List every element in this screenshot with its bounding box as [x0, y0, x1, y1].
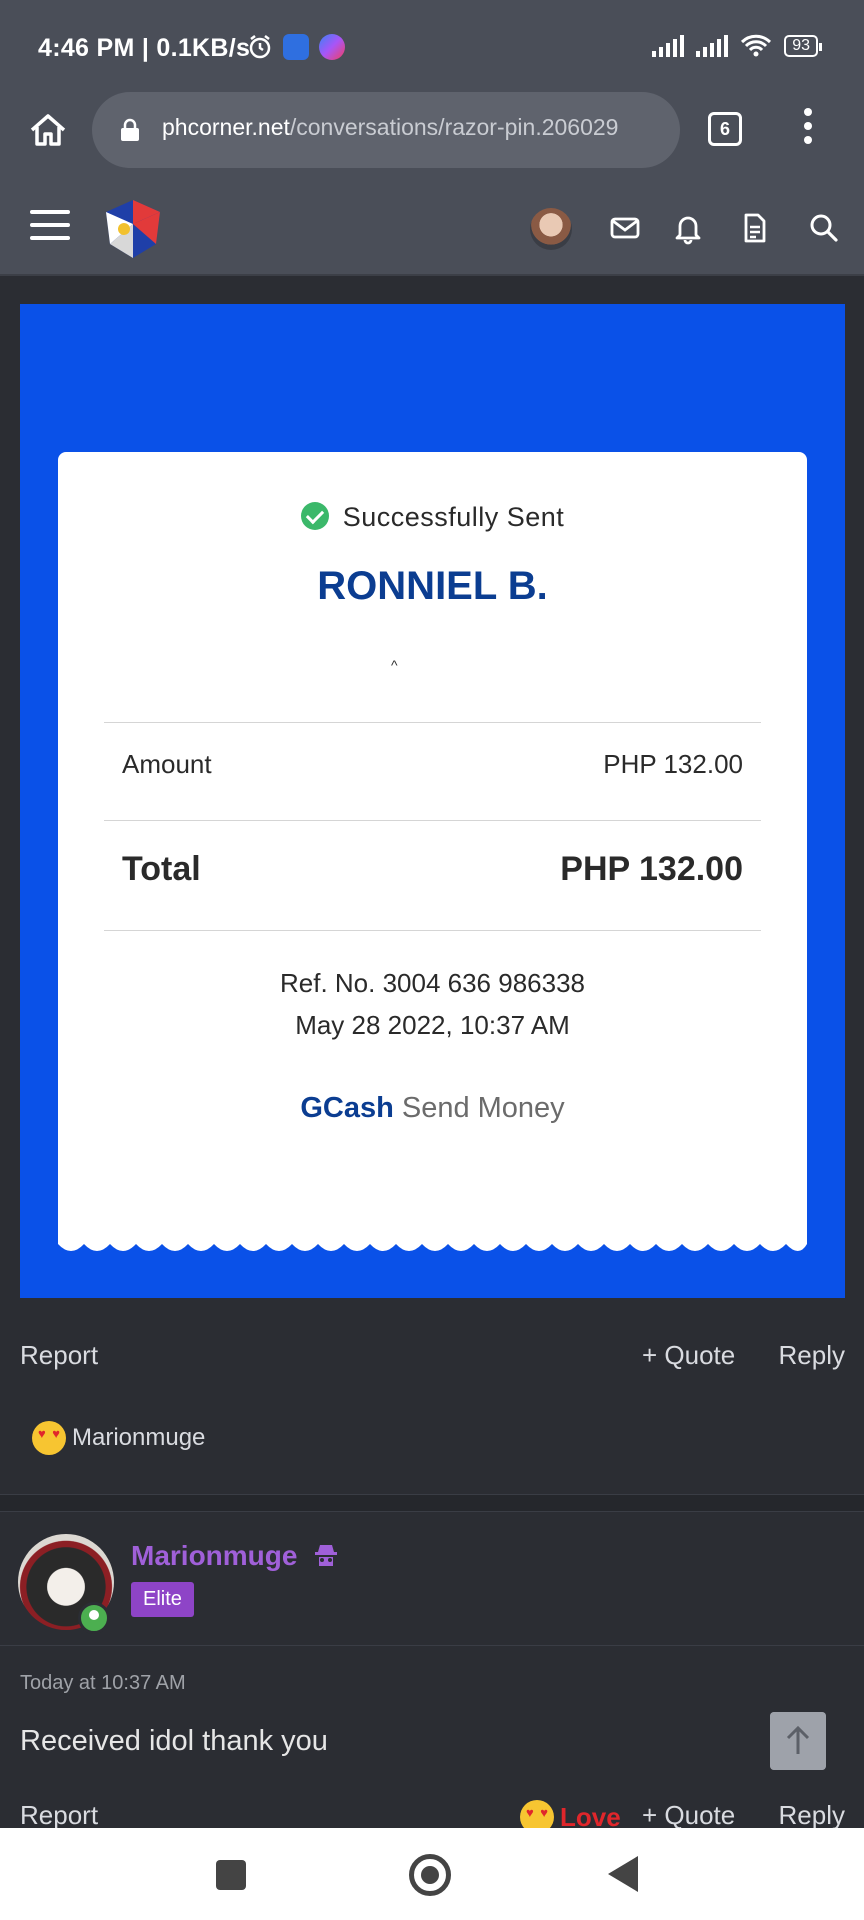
recent-apps-icon[interactable] — [216, 1860, 246, 1890]
divider — [104, 820, 761, 821]
receipt-torn-edge — [58, 1234, 807, 1251]
url-text: phcorner.net/conversations/razor-pin.206… — [162, 114, 662, 141]
signal-icon — [696, 35, 729, 57]
back-icon[interactable] — [608, 1856, 638, 1892]
message-timestamp[interactable]: Today at 10:37 AM — [20, 1672, 186, 1695]
quote-button[interactable]: + Quote — [642, 1340, 735, 1371]
lock-icon — [121, 118, 139, 141]
reply-button[interactable]: Reply — [779, 1800, 845, 1831]
message-username[interactable]: Marionmuge — [131, 1540, 297, 1572]
site-logo[interactable] — [100, 196, 166, 262]
brand-action: Send Money — [401, 1092, 565, 1124]
menu-icon[interactable] — [30, 210, 70, 244]
divider — [104, 930, 761, 931]
home-icon[interactable] — [24, 106, 72, 154]
report-link[interactable]: Report — [20, 1800, 98, 1831]
tab-switcher-button[interactable]: 6 — [708, 112, 742, 146]
address-bar[interactable]: phcorner.net/conversations/razor-pin.206… — [92, 92, 680, 168]
amount-label: Amount — [122, 749, 212, 779]
bell-icon[interactable] — [670, 210, 706, 246]
transaction-date: May 28 2022, 10:37 AM — [295, 1010, 570, 1040]
site-header — [0, 180, 864, 276]
reference-number: Ref. No. 3004 636 986338 — [279, 968, 586, 998]
amount-value: PHP 132.00 — [603, 749, 743, 779]
messenger-icon — [319, 34, 345, 60]
post-actions: Report + Quote Reply — [20, 1340, 845, 1380]
reaction-user[interactable]: Marionmuge — [72, 1424, 205, 1452]
recipient-name: RONNIEL B. — [317, 564, 548, 608]
document-icon[interactable] — [737, 210, 773, 246]
post-separator — [0, 1494, 864, 1512]
notification-icons — [247, 34, 345, 60]
url-host: phcorner.net — [162, 114, 290, 140]
mail-icon[interactable] — [607, 210, 643, 246]
gcash-brand: GCash Send Money — [58, 1092, 807, 1125]
receipt-card: Successfully Sent RONNIEL B. ^ Amount PH… — [58, 452, 807, 1242]
divider — [104, 722, 761, 723]
status-bar: 4:46 PM | 0.1KB/s 93 — [0, 0, 864, 92]
success-status: Successfully Sent — [58, 502, 807, 533]
quote-button[interactable]: + Quote — [642, 1800, 735, 1831]
message-header: Marionmuge Elite — [0, 1512, 864, 1646]
url-path: /conversations/razor-pin.206029 — [289, 114, 619, 140]
message-app-icon — [283, 34, 309, 60]
system-navigation-bar — [0, 1828, 864, 1920]
reply-button[interactable]: Reply — [779, 1340, 845, 1371]
message-body: Received idol thank you — [20, 1725, 328, 1757]
success-text: Successfully Sent — [342, 502, 565, 532]
battery-icon: 93 — [784, 35, 822, 57]
spy-role-icon — [315, 1545, 337, 1566]
wifi-icon — [741, 34, 772, 57]
total-label: Total — [122, 850, 201, 888]
alarm-icon — [249, 35, 271, 59]
search-icon[interactable] — [806, 210, 842, 246]
online-status-icon — [78, 1602, 110, 1634]
check-circle-icon — [300, 502, 329, 530]
heart-eyes-emoji-icon — [32, 1421, 66, 1455]
more-options-icon[interactable] — [800, 108, 816, 152]
small-mark-icon: ^ — [391, 657, 398, 673]
receipt-image[interactable]: Successfully Sent RONNIEL B. ^ Amount PH… — [20, 304, 845, 1298]
status-time: 4:46 PM | 0.1KB/s — [38, 34, 251, 62]
total-value: PHP 132.00 — [560, 850, 743, 888]
user-avatar[interactable] — [530, 208, 572, 250]
scroll-to-top-button[interactable] — [770, 1712, 826, 1770]
brand-name: GCash — [300, 1092, 394, 1124]
system-icons: 93 — [652, 34, 822, 58]
report-link[interactable]: Report — [20, 1340, 98, 1371]
reactions-list[interactable]: Marionmuge — [32, 1418, 205, 1458]
signal-icon — [652, 35, 685, 57]
home-button-icon[interactable] — [409, 1854, 451, 1896]
user-rank-badge: Elite — [131, 1582, 194, 1617]
browser-toolbar: phcorner.net/conversations/razor-pin.206… — [0, 92, 864, 180]
